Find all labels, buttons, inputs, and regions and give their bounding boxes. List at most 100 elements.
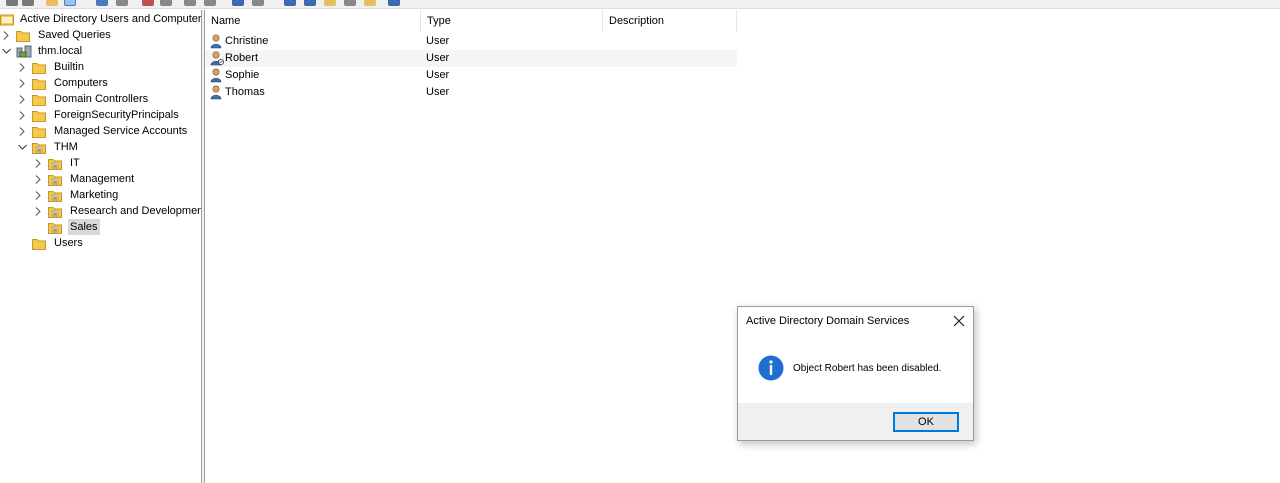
chevron-right-icon[interactable] bbox=[34, 203, 44, 219]
table-row[interactable]: Sophie User bbox=[205, 67, 737, 84]
copy-icon[interactable] bbox=[160, 0, 172, 6]
folder-icon[interactable] bbox=[46, 0, 58, 6]
table-row[interactable]: Christine User bbox=[205, 33, 737, 50]
tree-item-label: Management bbox=[70, 173, 135, 185]
organizational-unit-icon bbox=[32, 141, 48, 154]
tree-item-label: THM bbox=[54, 141, 78, 153]
move-icon[interactable] bbox=[344, 0, 356, 6]
cell-name: Thomas bbox=[225, 86, 265, 98]
message-dialog: Active Directory Domain Services Object … bbox=[737, 306, 974, 441]
tree-item-managed-service-accounts[interactable]: Managed Service Accounts bbox=[18, 123, 189, 139]
tree-item-domain-controllers[interactable]: Domain Controllers bbox=[18, 91, 150, 107]
folder-icon bbox=[32, 125, 48, 138]
back-icon[interactable] bbox=[6, 0, 18, 6]
cell-type: User bbox=[426, 69, 450, 81]
tree-item-computers[interactable]: Computers bbox=[18, 75, 110, 91]
close-icon[interactable] bbox=[951, 313, 967, 329]
tree-item-label: Research and Development bbox=[70, 205, 201, 217]
new-group-icon[interactable] bbox=[252, 0, 264, 6]
add-to-group-icon[interactable] bbox=[364, 0, 376, 6]
filter-icon[interactable] bbox=[304, 0, 316, 6]
tree-item-label: IT bbox=[70, 157, 80, 169]
refresh-icon[interactable] bbox=[184, 0, 196, 6]
delegate-icon[interactable] bbox=[388, 0, 400, 6]
column-header-type[interactable]: Type bbox=[421, 10, 603, 32]
tree-item-research-and-development[interactable]: Research and Development bbox=[34, 203, 201, 219]
chevron-right-icon[interactable] bbox=[18, 107, 28, 123]
folder-icon bbox=[32, 61, 48, 74]
tree-item-label: Users bbox=[54, 237, 83, 249]
chevron-right-icon[interactable] bbox=[18, 59, 28, 75]
domain-icon bbox=[16, 45, 32, 58]
tree-item-label: thm.local bbox=[38, 45, 83, 57]
cell-type: User bbox=[426, 86, 450, 98]
tree-item-label: Marketing bbox=[70, 189, 119, 201]
tree-item-saved-queries[interactable]: Saved Queries bbox=[2, 27, 113, 43]
cell-type: User bbox=[426, 52, 450, 64]
chevron-right-icon[interactable] bbox=[18, 91, 28, 107]
chevron-right-icon[interactable] bbox=[2, 27, 12, 43]
cell-type: User bbox=[426, 35, 450, 47]
folder-icon bbox=[32, 109, 48, 122]
chevron-down-icon[interactable] bbox=[2, 43, 12, 59]
organizational-unit-icon bbox=[48, 221, 64, 234]
tree-item-it[interactable]: IT bbox=[34, 155, 82, 171]
user-icon bbox=[210, 85, 224, 100]
chevron-right-icon[interactable] bbox=[34, 187, 44, 203]
tree-item-label: Builtin bbox=[54, 61, 84, 73]
organizational-unit-icon bbox=[48, 189, 64, 202]
tree-item-label: Sales bbox=[68, 219, 100, 235]
folder-icon bbox=[16, 29, 32, 42]
tree-item-sales[interactable]: Sales bbox=[34, 219, 100, 235]
tree-root-label: Active Directory Users and Computers [ bbox=[20, 13, 201, 25]
chevron-right-icon[interactable] bbox=[34, 155, 44, 171]
chevron-down-icon[interactable] bbox=[18, 139, 28, 155]
dialog-title: Active Directory Domain Services bbox=[746, 315, 910, 327]
chevron-right-icon[interactable] bbox=[18, 123, 28, 139]
chevron-placeholder bbox=[18, 235, 28, 251]
tree-item-label: ForeignSecurityPrincipals bbox=[54, 109, 179, 121]
export-icon[interactable] bbox=[204, 0, 216, 6]
chevron-right-icon[interactable] bbox=[34, 171, 44, 187]
organizational-unit-icon bbox=[48, 205, 64, 218]
disabled-user-icon bbox=[210, 51, 224, 66]
tree-item-label: Computers bbox=[54, 77, 108, 89]
organizational-unit-icon bbox=[48, 157, 64, 170]
info-icon bbox=[758, 355, 784, 381]
tree-item-label: Managed Service Accounts bbox=[54, 125, 188, 137]
tree-item-thm-local[interactable]: thm.local bbox=[2, 43, 84, 59]
properties-icon[interactable] bbox=[64, 0, 76, 6]
delete-icon[interactable] bbox=[142, 0, 154, 6]
folder-icon bbox=[32, 93, 48, 106]
ok-button[interactable]: OK bbox=[893, 412, 959, 432]
table-row[interactable]: Thomas User bbox=[205, 84, 737, 101]
tree-item-label: Domain Controllers bbox=[54, 93, 149, 105]
chevron-right-icon[interactable] bbox=[18, 75, 28, 91]
tree-item-builtin[interactable]: Builtin bbox=[18, 59, 86, 75]
chevron-placeholder bbox=[34, 219, 44, 235]
tree-item-thm[interactable]: THM bbox=[18, 139, 80, 155]
toolbar bbox=[0, 0, 1280, 9]
user-icon bbox=[210, 34, 224, 49]
table-row[interactable]: Robert User bbox=[205, 50, 737, 67]
help-icon[interactable] bbox=[96, 0, 108, 6]
cell-name: Christine bbox=[225, 35, 269, 47]
new-user-icon[interactable] bbox=[232, 0, 244, 6]
column-header-description[interactable]: Description bbox=[603, 10, 737, 32]
tree-root[interactable]: Active Directory Users and Computers [ bbox=[0, 11, 201, 27]
tree-item-management[interactable]: Management bbox=[34, 171, 136, 187]
console-icon[interactable] bbox=[116, 0, 128, 6]
cell-name: Robert bbox=[225, 52, 259, 64]
user-icon bbox=[210, 68, 224, 83]
snapin-icon bbox=[0, 13, 16, 26]
tree-item-marketing[interactable]: Marketing bbox=[34, 187, 120, 203]
organizational-unit-icon bbox=[48, 173, 64, 186]
tree-item-users[interactable]: Users bbox=[18, 235, 85, 251]
column-header-name[interactable]: Name bbox=[205, 10, 421, 32]
console-tree: Active Directory Users and Computers [ S… bbox=[0, 10, 201, 483]
tree-item-foreignsecurityprincipals[interactable]: ForeignSecurityPrincipals bbox=[18, 107, 181, 123]
forward-icon[interactable] bbox=[22, 0, 34, 6]
new-ou-icon[interactable] bbox=[324, 0, 336, 6]
dialog-footer: OK bbox=[738, 403, 973, 440]
find-icon[interactable] bbox=[284, 0, 296, 6]
